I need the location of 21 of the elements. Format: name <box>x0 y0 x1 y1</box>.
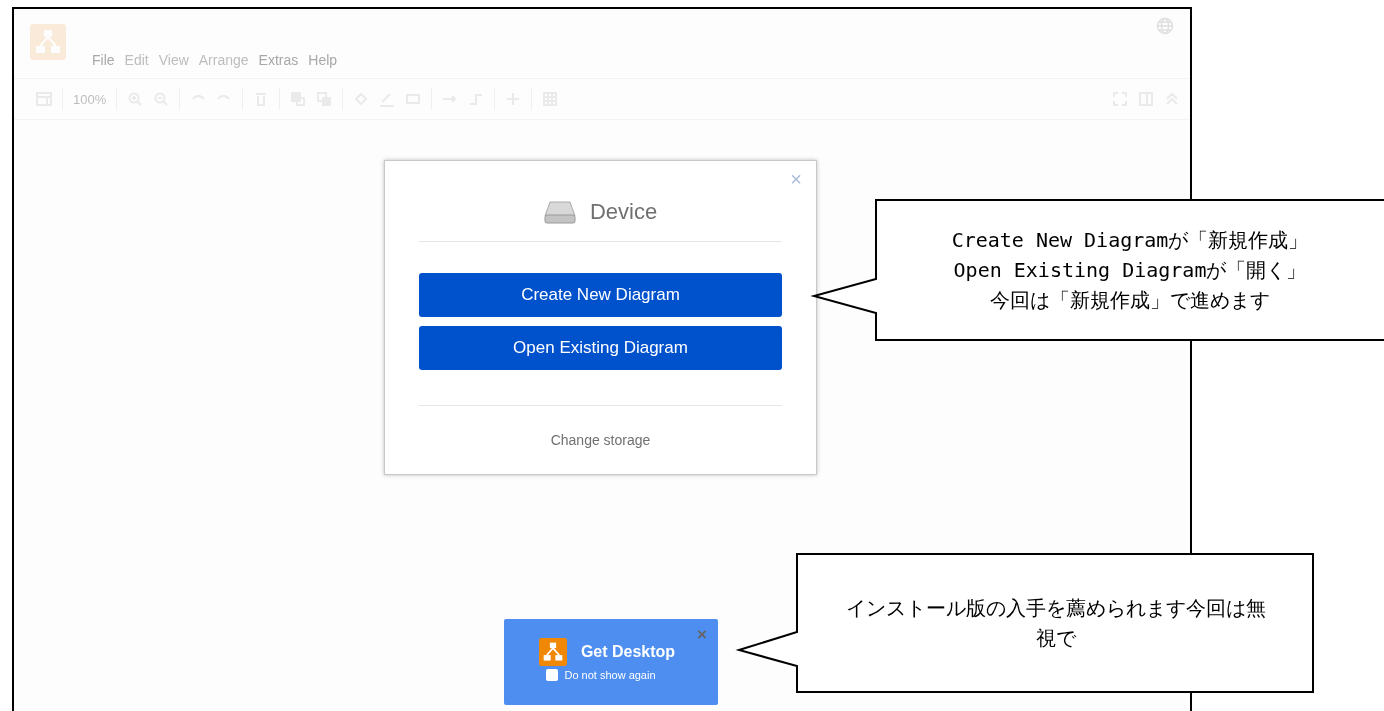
dialog-title: Device <box>589 199 658 225</box>
app-logo-icon <box>538 638 567 666</box>
diagram-button[interactable]: Create New Diagram <box>419 273 782 317</box>
globe-icon[interactable] <box>1156 17 1174 35</box>
app-logo-icon <box>30 24 66 60</box>
banner-title: Get Desktop <box>580 643 676 661</box>
menu-item[interactable]: Help <box>303 52 343 68</box>
zoom-level[interactable]: 100% <box>73 91 107 107</box>
callout-text: 今回は「新規作成」で進めます <box>990 287 1270 314</box>
drive-icon <box>543 200 576 224</box>
menu-item[interactable]: Extras <box>253 52 304 68</box>
diagram-button[interactable]: Open Existing Diagram <box>419 326 782 370</box>
callout-text: Create New Diagramが「新規作成」 <box>951 227 1309 254</box>
callout-text: インストール版の入手を薦められます今回は無視で <box>844 595 1267 652</box>
change-storage-link[interactable]: Change storage <box>419 431 782 449</box>
checkbox[interactable] <box>546 669 559 681</box>
menu-item[interactable]: File <box>87 52 120 68</box>
close-button[interactable]: × <box>697 625 707 645</box>
close-button[interactable]: × <box>790 169 802 189</box>
callout-text: Open Existing Diagramが「開く」 <box>953 257 1307 284</box>
checkbox-label[interactable]: Do not show again <box>564 669 656 681</box>
